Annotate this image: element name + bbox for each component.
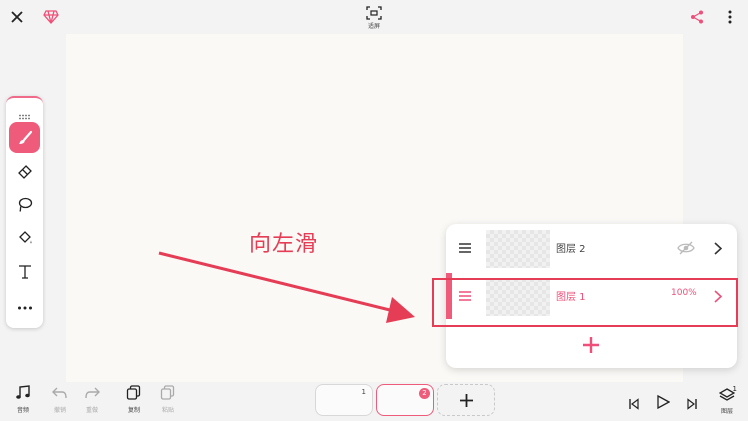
copy-label: 复制: [127, 407, 140, 414]
undo-icon: [52, 387, 67, 399]
play-icon: [657, 394, 671, 410]
layer-row[interactable]: 图层 2: [446, 225, 737, 273]
frame-number-badge: 2: [419, 388, 430, 399]
add-layer-button[interactable]: [582, 336, 602, 356]
layers-label: 图层: [720, 408, 733, 415]
layer-thumbnail: [486, 230, 550, 268]
next-frame-button[interactable]: [686, 395, 700, 410]
layers-button[interactable]: 1 图层: [714, 385, 740, 416]
audio-button[interactable]: 音频: [9, 385, 37, 414]
plus-icon: [459, 393, 473, 407]
redo-button[interactable]: 重做: [78, 385, 106, 414]
undo-label: 撤销: [53, 407, 66, 414]
previous-frame-button[interactable]: [628, 395, 642, 410]
drag-reorder-icon[interactable]: [459, 243, 471, 253]
plus-icon: [583, 337, 599, 353]
skip-next-icon: [687, 398, 697, 410]
redo-icon: [85, 387, 100, 399]
play-button[interactable]: [656, 394, 672, 410]
skip-previous-icon: [629, 398, 639, 410]
layer-name: 图层 2: [556, 244, 586, 255]
frame-number: 1: [361, 388, 366, 396]
paste-label: 粘贴: [161, 407, 174, 414]
copy-icon: [126, 385, 141, 400]
audio-label: 音频: [16, 407, 29, 414]
annotation-highlight-box: [432, 278, 738, 327]
paste-button[interactable]: 粘贴: [154, 385, 182, 414]
chevron-right-icon[interactable]: [714, 242, 722, 255]
layers-count: 1: [732, 385, 737, 393]
frame-thumbnail-active[interactable]: 2: [376, 384, 434, 416]
music-note-icon: [16, 385, 30, 399]
redo-label: 重做: [85, 407, 98, 414]
frame-thumbnail[interactable]: 1: [315, 384, 373, 416]
undo-button[interactable]: 撤销: [46, 385, 74, 414]
copy-button[interactable]: 复制: [120, 385, 148, 414]
eye-hidden-icon[interactable]: [677, 241, 695, 255]
add-frame-button[interactable]: [437, 384, 495, 416]
paste-icon: [160, 385, 175, 400]
